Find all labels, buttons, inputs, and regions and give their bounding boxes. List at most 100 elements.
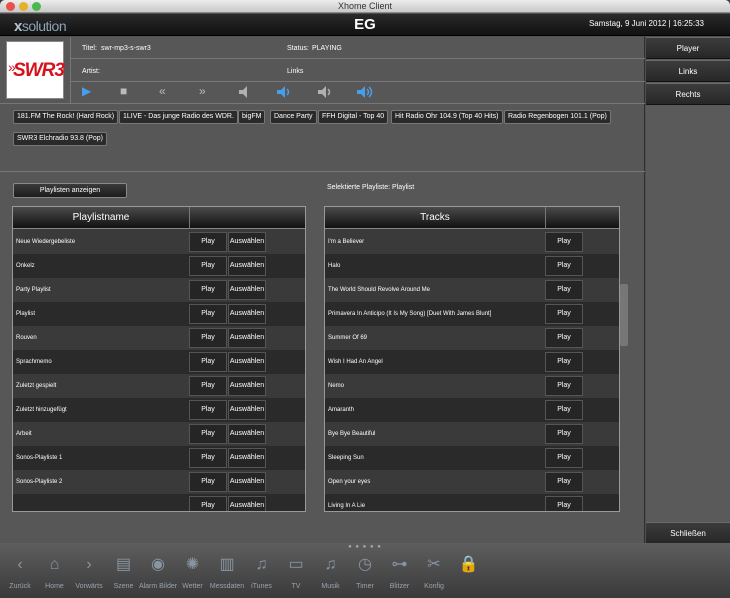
track-row[interactable]: Nemo Play [325, 374, 619, 398]
play-button[interactable]: Play [545, 496, 583, 511]
volume-up-icon[interactable] [356, 85, 376, 99]
play-button[interactable]: Play [189, 472, 227, 492]
app-window: Xhome Client xsolution EG Samstag, 9 Jun… [0, 0, 730, 598]
select-button[interactable]: Auswählen [228, 352, 266, 372]
select-button[interactable]: Auswählen [228, 232, 266, 252]
play-button[interactable]: Play [545, 352, 583, 372]
station-button[interactable]: SWR3 Elchradio 93.8 (Pop) [13, 132, 107, 146]
track-name: Nemo [328, 383, 345, 389]
select-button[interactable]: Auswählen [228, 448, 266, 468]
station-button[interactable]: 181.FM The Rock! (Hard Rock) [13, 110, 119, 124]
divider [70, 58, 645, 59]
close-button[interactable]: Schließen [646, 522, 730, 544]
play-button[interactable]: Play [545, 256, 583, 276]
station-button[interactable]: bigFM [238, 110, 266, 124]
track-name: Bye Bye Beautiful [328, 431, 376, 437]
play-button[interactable]: Play [545, 472, 583, 492]
play-button[interactable]: Play [189, 256, 227, 276]
volume-icon[interactable] [317, 85, 335, 99]
track-row[interactable]: Bye Bye Beautiful Play [325, 422, 619, 446]
select-button[interactable]: Auswählen [228, 280, 266, 300]
select-button[interactable]: Auswählen [228, 424, 266, 444]
play-button[interactable]: Play [189, 280, 227, 300]
select-button[interactable]: Auswählen [228, 304, 266, 324]
select-button[interactable]: Auswählen [228, 400, 266, 420]
track-row[interactable]: Sleeping Sun Play [325, 446, 619, 470]
divider [70, 37, 71, 103]
station-button[interactable]: 1LIVE - Das junge Radio des WDR. [119, 110, 238, 124]
playlist-row[interactable]: Onkelz Play Auswählen [13, 254, 305, 278]
play-icon[interactable]: ▶ [82, 85, 91, 97]
playlist-row[interactable]: Rouven Play Auswählen [13, 326, 305, 350]
select-button[interactable]: Auswählen [228, 496, 266, 511]
select-button[interactable]: Auswählen [228, 376, 266, 396]
track-name: Halo [328, 263, 341, 269]
play-button[interactable]: Play [189, 304, 227, 324]
links-button[interactable]: Links [646, 60, 730, 82]
stop-icon[interactable]: ■ [120, 85, 127, 97]
rewind-icon[interactable]: « [159, 85, 166, 97]
play-button[interactable]: Play [189, 496, 227, 511]
volume-down-icon[interactable] [276, 85, 294, 99]
status-label: Status: [287, 45, 309, 52]
play-button[interactable]: Play [189, 352, 227, 372]
track-row[interactable]: Open your eyes Play [325, 470, 619, 494]
play-button[interactable]: Play [189, 328, 227, 348]
playlist-row[interactable]: Playlist Play Auswählen [13, 302, 305, 326]
track-row[interactable]: I'm a Believer Play [325, 230, 619, 254]
station-button[interactable]: Dance Party [270, 110, 317, 124]
dock-item[interactable]: 🔒 [449, 555, 489, 583]
play-button[interactable]: Play [189, 232, 227, 252]
station-button[interactable]: FFH Digital - Top 40 [318, 110, 389, 124]
select-button[interactable]: Auswählen [228, 328, 266, 348]
status-value: PLAYING [312, 45, 342, 52]
fast-forward-icon[interactable]: » [199, 85, 206, 97]
track-row[interactable]: Wish I Had An Angel Play [325, 350, 619, 374]
play-button[interactable]: Play [189, 448, 227, 468]
player-button[interactable]: Player [646, 37, 730, 59]
playlist-row[interactable]: Sonos-Playliste 1 Play Auswählen [13, 446, 305, 470]
divider [0, 103, 645, 104]
divider [70, 81, 645, 82]
track-row[interactable]: Living In A Lie Play [325, 494, 619, 511]
playlist-row[interactable]: Party Playlist Play Auswählen [13, 278, 305, 302]
track-row[interactable]: Halo Play [325, 254, 619, 278]
playlist-name: Zuletzt gespielt [16, 383, 57, 389]
playlist-row[interactable]: Neue Wiedergebeliste Play Auswählen [13, 230, 305, 254]
volume-mute-icon[interactable] [238, 85, 254, 99]
station-button[interactable]: Hit Radio Ohr 104.9 (Top 40 Hits) [391, 110, 503, 124]
playlist-row[interactable]: Play Auswählen [13, 494, 305, 511]
play-button[interactable]: Play [189, 424, 227, 444]
track-row[interactable]: Summer Of 69 Play [325, 326, 619, 350]
divider [189, 207, 190, 229]
tracks-table-header: Tracks [325, 207, 619, 229]
zone-value: Links [287, 68, 304, 75]
play-button[interactable]: Play [189, 376, 227, 396]
play-button[interactable]: Play [545, 424, 583, 444]
playlist-row[interactable]: Sonos-Playliste 2 Play Auswählen [13, 470, 305, 494]
playlist-row[interactable]: Arbeit Play Auswählen [13, 422, 305, 446]
play-button[interactable]: Play [545, 328, 583, 348]
playlist-name: Sprachmemo [16, 359, 52, 365]
play-button[interactable]: Play [189, 400, 227, 420]
show-playlists-button[interactable]: Playlisten anzeigen [13, 183, 127, 198]
play-button[interactable]: Play [545, 280, 583, 300]
playlist-row[interactable]: Zuletzt gespielt Play Auswählen [13, 374, 305, 398]
selected-playlist-label: Selektierte Playliste: Playlist [327, 184, 415, 191]
playlist-row[interactable]: Sprachmemo Play Auswählen [13, 350, 305, 374]
track-row[interactable]: Amaranth Play [325, 398, 619, 422]
play-button[interactable]: Play [545, 232, 583, 252]
play-button[interactable]: Play [545, 376, 583, 396]
station-button[interactable]: Radio Regenbogen 101.1 (Pop) [504, 110, 611, 124]
playlist-row[interactable]: Zuletzt hinzugefügt Play Auswählen [13, 398, 305, 422]
track-row[interactable]: Primavera In Anticipo (It Is My Song) [D… [325, 302, 619, 326]
select-button[interactable]: Auswählen [228, 472, 266, 492]
play-button[interactable]: Play [545, 400, 583, 420]
select-button[interactable]: Auswählen [228, 256, 266, 276]
tracks-scrollbar[interactable] [620, 284, 628, 346]
play-button[interactable]: Play [545, 304, 583, 324]
track-name: Open your eyes [328, 479, 371, 485]
rechts-button[interactable]: Rechts [646, 83, 730, 105]
play-button[interactable]: Play [545, 448, 583, 468]
track-row[interactable]: The World Should Revolve Around Me Play [325, 278, 619, 302]
